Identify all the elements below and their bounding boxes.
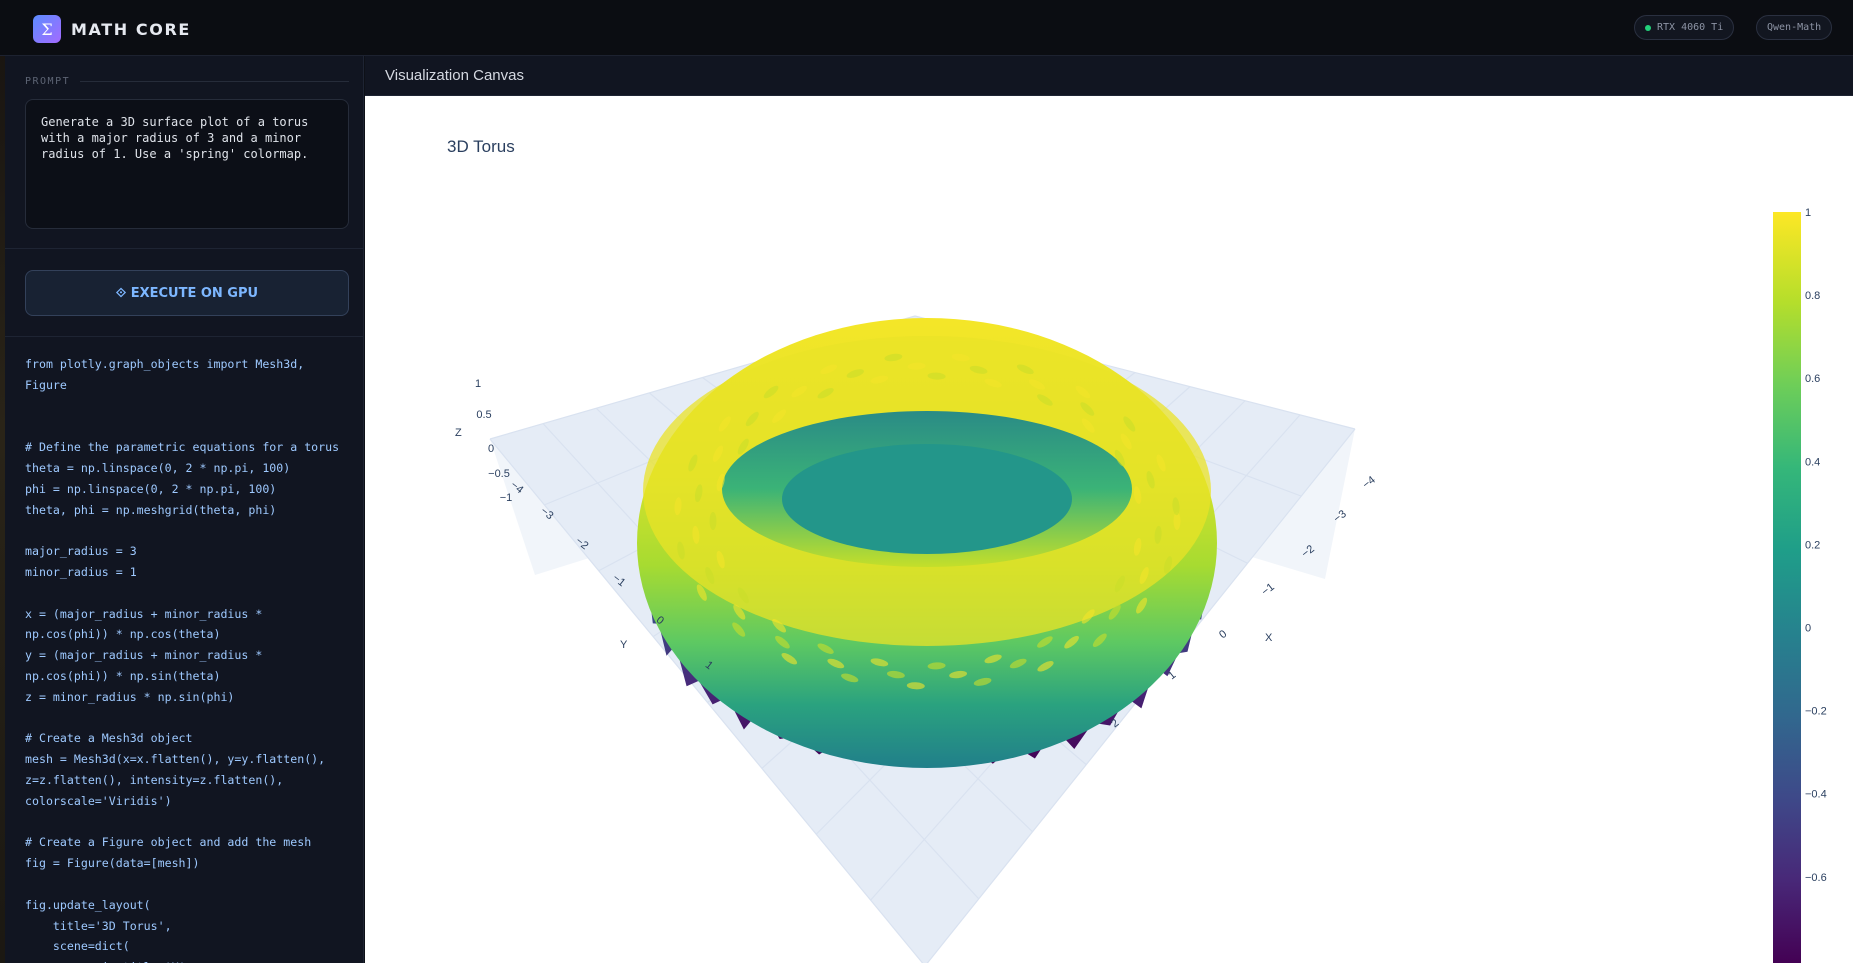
colorbar-tick-label: 0.4 — [1805, 456, 1820, 468]
panel-title: Visualization Canvas — [385, 67, 524, 84]
y-axis-title: Y — [620, 639, 628, 651]
divider — [5, 336, 364, 337]
gpu-badge-label: RTX 4060 Ti — [1657, 22, 1724, 33]
colorbar-tick-label: −0.2 — [1805, 706, 1827, 718]
surface-ripple — [709, 512, 717, 530]
model-badge: Qwen-Math — [1756, 15, 1833, 40]
generated-code-block: from plotly.graph_objects import Mesh3d,… — [25, 357, 340, 963]
execute-on-gpu-button[interactable]: ⟐ EXECUTE ON GPU — [25, 270, 349, 316]
colorbar-tick-label: 0 — [1805, 623, 1811, 635]
x-tick-label: 0 — [1217, 628, 1229, 641]
colorbar-tick-label: 0.6 — [1805, 373, 1820, 385]
x-tick-label: 1 — [1166, 669, 1178, 682]
prompt-label-rule — [80, 81, 349, 82]
torus-surface — [637, 318, 1217, 768]
prompt-input[interactable]: Generate a 3D surface plot of a torus wi… — [25, 99, 349, 229]
divider — [5, 248, 364, 249]
x-tick-label: −1 — [1260, 581, 1277, 598]
model-badge-label: Qwen-Math — [1767, 22, 1822, 33]
sidebar: PROMPT Generate a 3D surface plot of a t… — [5, 56, 364, 963]
canvas-header: Visualization Canvas — [365, 56, 1853, 96]
z-axis-title: Z — [455, 427, 462, 439]
colorbar-tick-label: −0.4 — [1805, 789, 1827, 801]
top-bar: Σ MATH CORE RTX 4060 Ti Qwen-Math — [0, 0, 1853, 56]
brand: Σ MATH CORE — [33, 15, 191, 43]
x-axis-title: X — [1265, 632, 1273, 644]
status-dot-icon — [1645, 24, 1651, 31]
z-tick-label: −0.5 — [488, 468, 510, 480]
z-tick-label: −1 — [500, 492, 513, 504]
gpu-status-badge: RTX 4060 Ti — [1634, 15, 1735, 40]
z-tick-label: 1 — [475, 378, 481, 390]
colorbar-gradient — [1773, 212, 1801, 963]
prompt-section-label: PROMPT — [25, 76, 349, 87]
sigma-logo-icon: Σ — [33, 15, 61, 43]
torus-3d-plot[interactable]: −1−0.500.51Z−4−3−2−101Y−4−3−2−1012X 10.8… — [365, 96, 1853, 963]
x-tick-label: −4 — [1361, 474, 1378, 491]
prompt-label-text: PROMPT — [25, 76, 71, 87]
brand-name: MATH CORE — [71, 19, 191, 39]
colorbar-tick-label: −0.6 — [1805, 872, 1827, 884]
colorbar: 1 0.8 0.6 0.4 0.2 0 −0.2 −0.4 −0.6 — [1773, 207, 1827, 963]
colorbar-tick-label: 0.2 — [1805, 539, 1820, 551]
z-tick-label: 0.5 — [476, 409, 491, 421]
colorbar-tick-label: 0.8 — [1805, 290, 1820, 302]
z-tick-label: 0 — [488, 443, 494, 455]
visualization-canvas[interactable]: 3D Torus −1 −0.5 0 0.5 1 Z −4 −3 −2 −1 0… — [365, 96, 1853, 963]
colorbar-tick-label: 1 — [1805, 207, 1811, 219]
torus-hole-floor — [782, 444, 1072, 554]
